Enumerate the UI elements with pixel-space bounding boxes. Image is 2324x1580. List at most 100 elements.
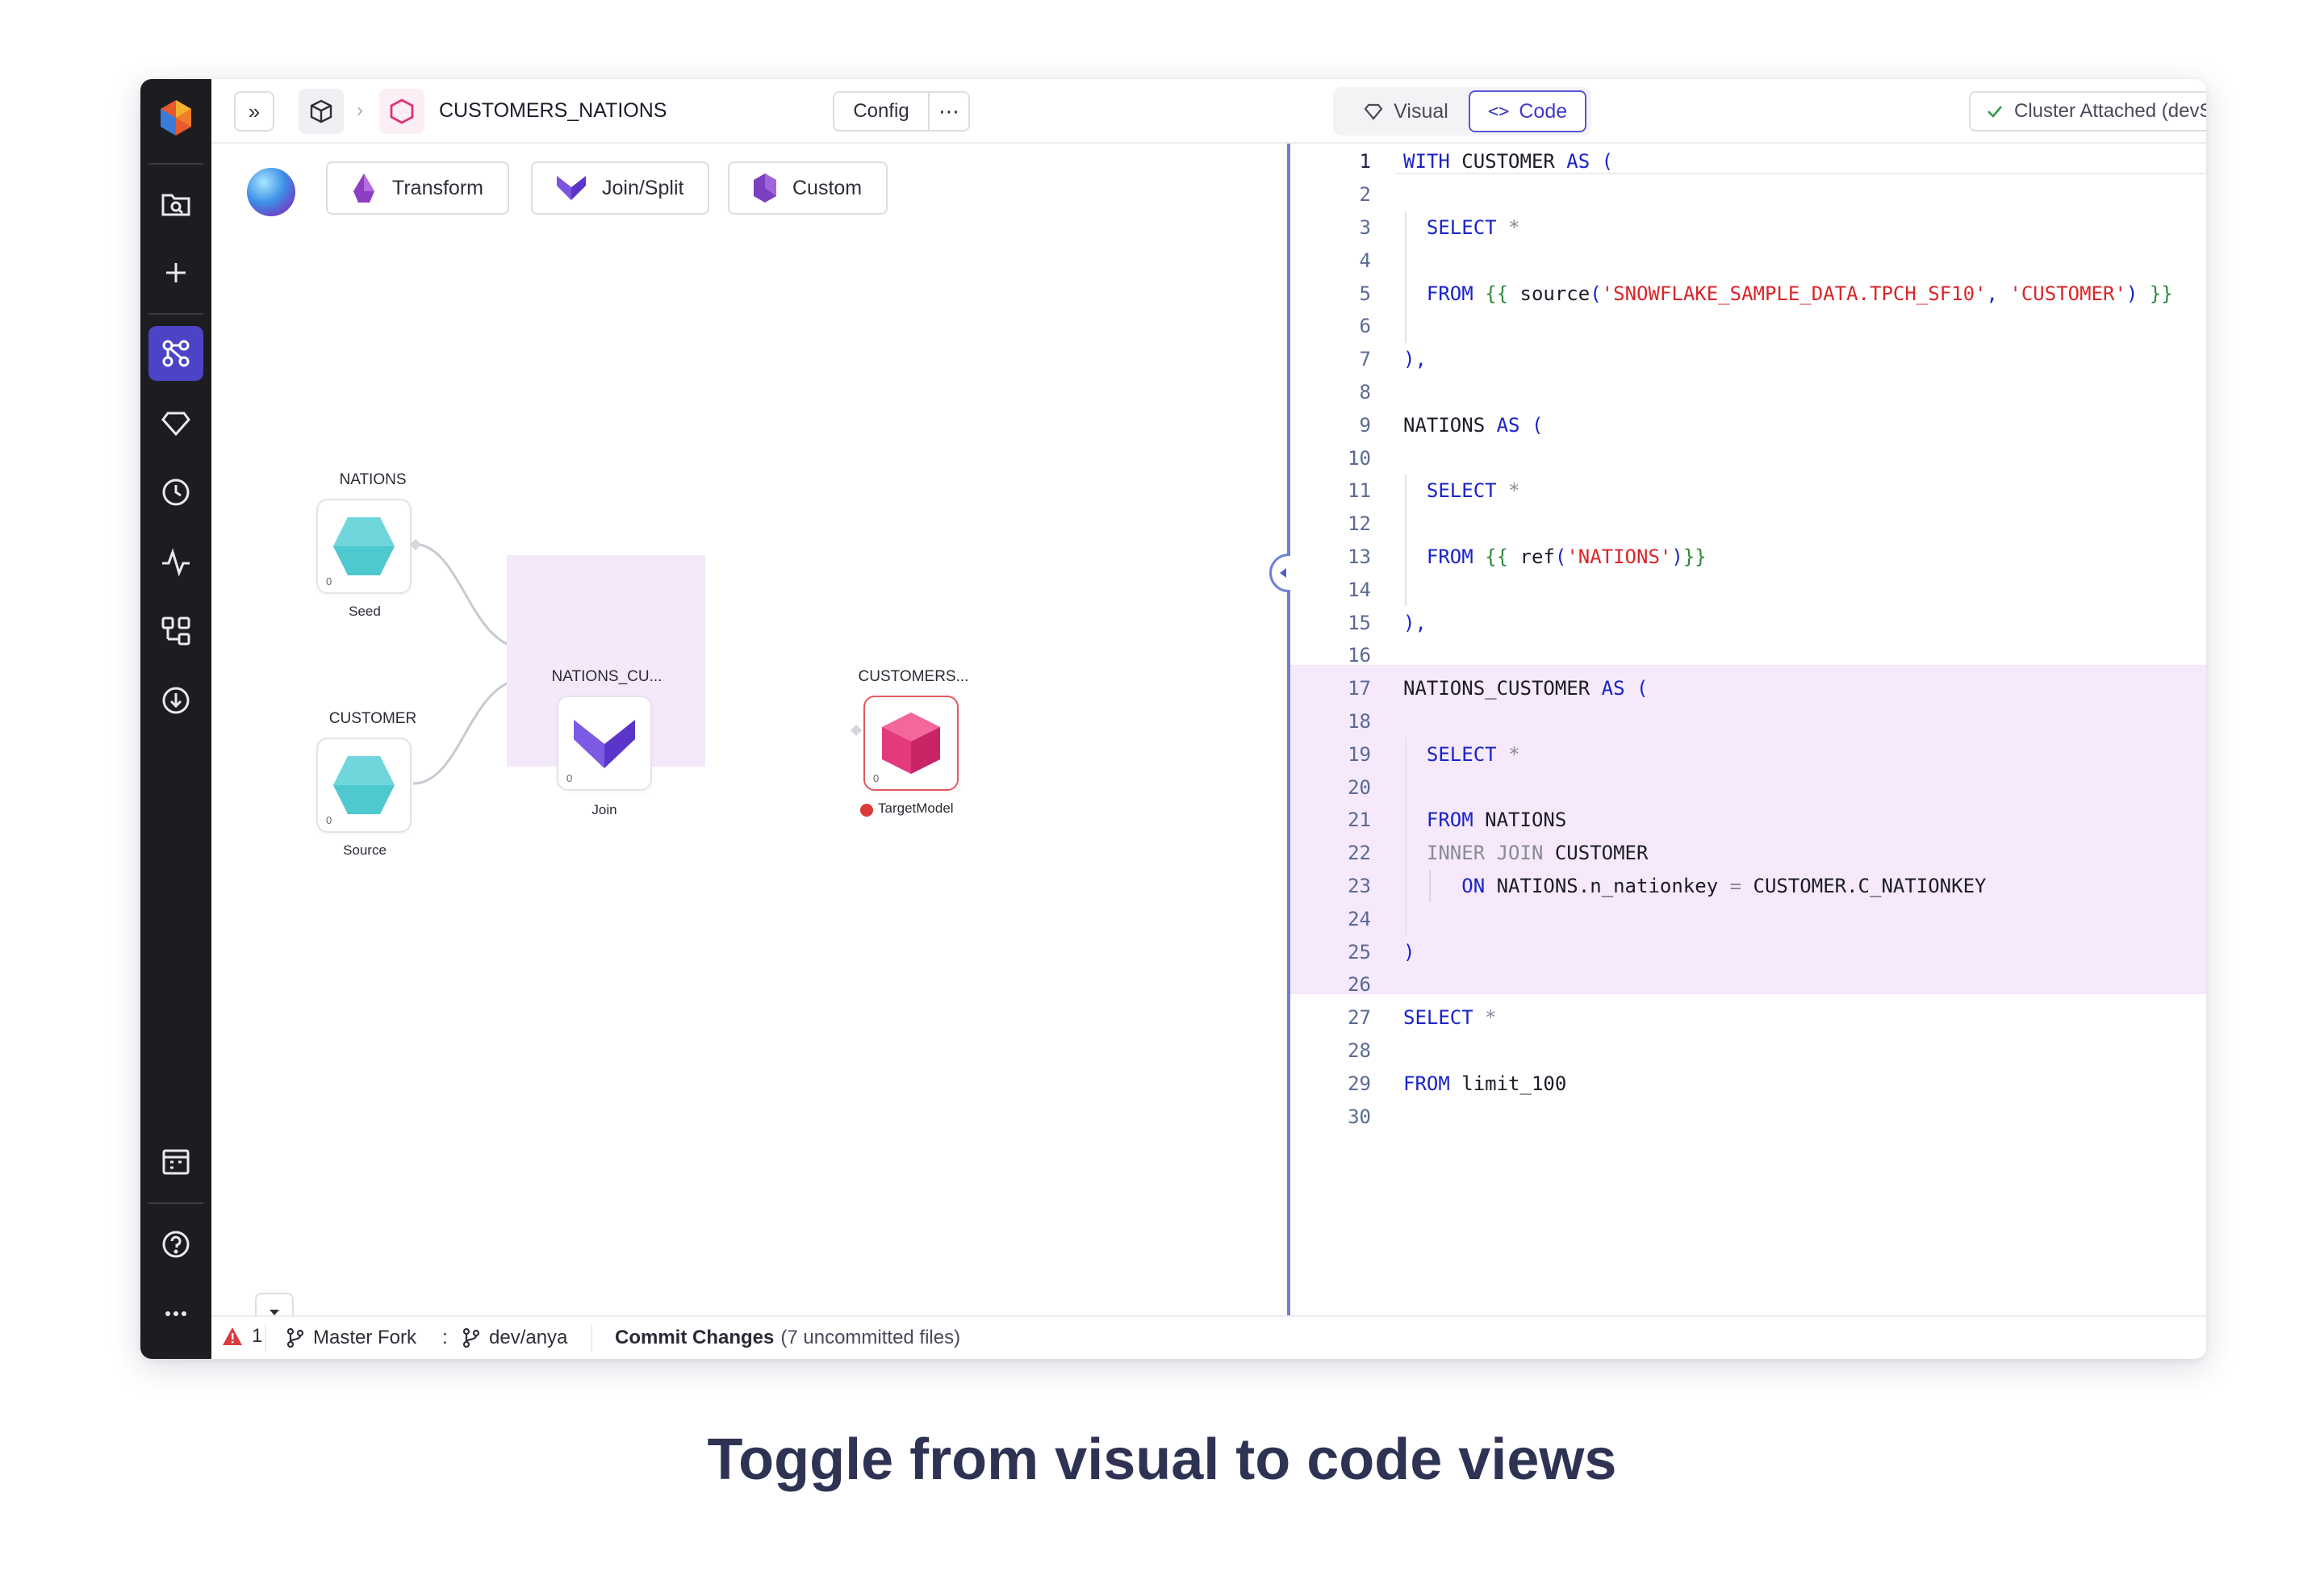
- code-line[interactable]: 17 NATIONS_CUSTOMER AS (: [1290, 672, 2206, 705]
- code-line[interactable]: 18: [1290, 705, 2206, 738]
- code-line[interactable]: 16: [1290, 639, 2206, 672]
- node-count: 0: [326, 814, 332, 826]
- code-line[interactable]: 26: [1290, 968, 2206, 1001]
- code-line[interactable]: 5 FROM {{ source('SNOWFLAKE_SAMPLE_DATA.…: [1290, 277, 2206, 310]
- code-line[interactable]: 7),: [1290, 343, 2206, 376]
- pipeline-canvas[interactable]: Transform Join/Split Custom NATIONS 0 Se…: [211, 144, 1287, 1331]
- line-number: 15: [1348, 611, 1371, 634]
- code-text: FROM limit_100: [1403, 1072, 1567, 1095]
- code-line[interactable]: 6: [1290, 310, 2206, 343]
- node-type: Join: [591, 802, 617, 817]
- line-number: 25: [1348, 940, 1371, 963]
- error-dot-icon: [860, 804, 873, 817]
- code-text: NATIONS AS (: [1403, 413, 1544, 437]
- indent-guide: [1405, 474, 1407, 607]
- code-line[interactable]: 29 FROM limit_100: [1290, 1067, 2206, 1100]
- code-line[interactable]: 13 FROM {{ ref('NATIONS')}}: [1290, 541, 2206, 574]
- pipeline-more-button[interactable]: ⋯: [928, 91, 970, 132]
- line-number: 14: [1348, 578, 1371, 601]
- code-line[interactable]: 24: [1290, 902, 2206, 935]
- cluster-dropdown[interactable]: Cluster Attached (devSnowfl...: [1969, 91, 2206, 132]
- branch-indicator[interactable]: dev/anya: [462, 1327, 567, 1349]
- warning-triangle-icon: [223, 1327, 242, 1345]
- customer-source-node[interactable]: 0: [316, 738, 412, 833]
- node-title: CUSTOMERS...: [858, 668, 969, 685]
- commit-changes-button[interactable]: Commit Changes (7 uncommitted files): [615, 1327, 960, 1349]
- code-text: NATIONS_CUSTOMER AS (: [1403, 677, 1649, 700]
- code-line[interactable]: 15),: [1290, 606, 2206, 639]
- code-line[interactable]: 12: [1290, 508, 2206, 541]
- config-button[interactable]: Config: [833, 91, 930, 132]
- top-bar: » › CUSTOMERS_NATIONS Config ⋯ Visual <>…: [211, 79, 2206, 144]
- visual-tab[interactable]: Visual: [1343, 92, 1469, 131]
- code-text: FROM {{ ref('NATIONS')}}: [1426, 545, 1707, 568]
- code-line[interactable]: 20: [1290, 771, 2206, 804]
- code-text: SELECT *: [1426, 215, 1520, 239]
- code-line[interactable]: 1 WITH CUSTOMER AS (: [1290, 145, 2206, 178]
- code-line[interactable]: 28: [1290, 1035, 2206, 1068]
- line-number: 18: [1348, 709, 1371, 733]
- code-line[interactable]: 8: [1290, 376, 2206, 409]
- node-count: 0: [873, 772, 880, 784]
- project-button[interactable]: [299, 89, 344, 134]
- code-line[interactable]: 30: [1290, 1100, 2206, 1133]
- download-icon[interactable]: [148, 673, 203, 728]
- indent-guide: [1429, 869, 1431, 903]
- calendar-icon[interactable]: [148, 1135, 203, 1189]
- code-line[interactable]: 21 FROM NATIONS: [1290, 804, 2206, 837]
- code-line[interactable]: 11 SELECT *: [1290, 474, 2206, 508]
- line-number: 27: [1348, 1006, 1371, 1030]
- activity-icon[interactable]: [148, 534, 203, 589]
- line-number: 24: [1348, 907, 1371, 930]
- error-indicator[interactable]: 1: [221, 1325, 262, 1348]
- cube-icon: [310, 99, 332, 123]
- pipeline-edges: [412, 542, 525, 785]
- indent-guide: [1405, 738, 1407, 936]
- gem-outline-icon: [1364, 103, 1383, 120]
- code-line[interactable]: 9 NATIONS AS (: [1290, 408, 2206, 441]
- target-cube-icon: [882, 713, 940, 774]
- pipeline-icon[interactable]: [148, 326, 203, 381]
- target-model-node[interactable]: 0: [863, 696, 959, 791]
- code-line[interactable]: 3 SELECT *: [1290, 211, 2206, 245]
- code-line[interactable]: 27 SELECT *: [1290, 1001, 2206, 1035]
- line-number: 11: [1348, 479, 1371, 503]
- help-icon[interactable]: [148, 1217, 203, 1272]
- code-text: ): [1403, 940, 1415, 963]
- prophecy-logo-icon[interactable]: [148, 90, 203, 145]
- code-line[interactable]: 23 ON NATIONS.n_nationkey = CUSTOMER.C_N…: [1290, 870, 2206, 903]
- node-title: NATIONS: [339, 471, 407, 488]
- line-number: 13: [1348, 545, 1371, 568]
- code-line[interactable]: 22 INNER JOIN CUSTOMER: [1290, 837, 2206, 870]
- code-line[interactable]: 2: [1290, 178, 2206, 211]
- node-count: 0: [566, 772, 573, 784]
- pipeline-title[interactable]: CUSTOMERS_NATIONS: [439, 99, 667, 123]
- code-line[interactable]: 4: [1290, 244, 2206, 277]
- code-line[interactable]: 25): [1290, 935, 2206, 968]
- graph-icon[interactable]: [148, 604, 203, 658]
- line-number: 23: [1348, 874, 1371, 897]
- code-line[interactable]: 19 SELECT *: [1290, 738, 2206, 771]
- clock-icon[interactable]: [148, 465, 203, 520]
- code-brackets-icon: <>: [1487, 101, 1510, 122]
- code-text: SELECT *: [1426, 742, 1520, 766]
- code-tab[interactable]: <> Code: [1469, 90, 1586, 132]
- expand-sidebar-button[interactable]: »: [234, 91, 274, 132]
- join-node[interactable]: 0: [557, 696, 652, 791]
- code-line[interactable]: 14: [1290, 573, 2206, 606]
- search-folder-icon[interactable]: [148, 176, 203, 231]
- nations-seed-node[interactable]: 0: [316, 499, 412, 594]
- node-count: 0: [326, 575, 332, 587]
- line-number: 8: [1359, 380, 1371, 403]
- gem-icon[interactable]: [148, 395, 203, 450]
- code-editor[interactable]: 1 WITH CUSTOMER AS (2 3 SELECT * 4 5 FROM {{…: [1290, 144, 2206, 1315]
- plus-icon[interactable]: [148, 245, 203, 300]
- fork-indicator[interactable]: Master Fork: [286, 1327, 416, 1349]
- code-text: ),: [1403, 348, 1427, 371]
- node-title: NATIONS_CU...: [551, 668, 663, 685]
- status-bar: 1 Master Fork : dev/anya Commit Changes …: [211, 1315, 2206, 1359]
- code-line[interactable]: 10: [1290, 441, 2206, 474]
- more-icon[interactable]: [148, 1286, 203, 1341]
- line-number: 5: [1359, 282, 1371, 305]
- check-icon: [1988, 106, 2002, 118]
